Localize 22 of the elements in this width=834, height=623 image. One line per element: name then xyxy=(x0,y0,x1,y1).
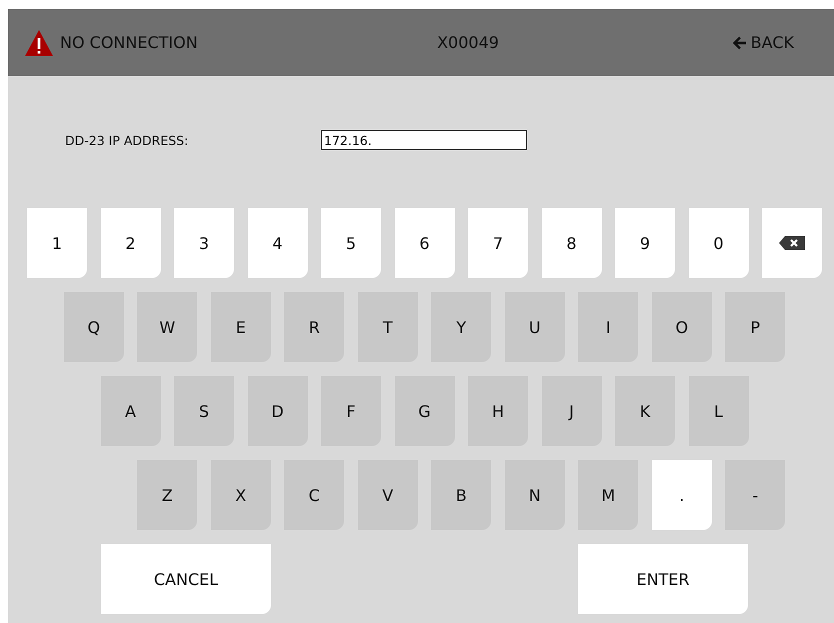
key[interactable]: 6 xyxy=(394,208,454,278)
key[interactable]: 2 xyxy=(100,208,160,278)
key[interactable]: 7 xyxy=(468,208,528,278)
key[interactable]: 5 xyxy=(321,208,381,278)
key[interactable]: 4 xyxy=(248,208,308,278)
backspace-key[interactable] xyxy=(762,208,822,278)
key[interactable]: 9 xyxy=(615,208,675,278)
cancel-button[interactable]: CANCEL xyxy=(101,544,271,614)
device-id: X00049 xyxy=(437,33,499,52)
connection-status: NO CONNECTION xyxy=(60,33,198,52)
key[interactable]: . xyxy=(652,460,712,530)
key[interactable]: 1 xyxy=(27,208,87,278)
backspace-icon xyxy=(778,235,806,251)
ip-address-field[interactable]: 172.16. xyxy=(321,130,527,150)
key[interactable]: 0 xyxy=(688,208,748,278)
enter-button[interactable]: ENTER xyxy=(578,544,748,614)
field-label: DD-23 IP ADDRESS: xyxy=(65,132,190,148)
back-arrow-icon xyxy=(732,36,747,50)
back-button[interactable]: BACK xyxy=(654,33,794,52)
key[interactable]: 3 xyxy=(174,208,234,278)
warning-icon xyxy=(24,28,54,56)
key[interactable]: 8 xyxy=(542,208,602,278)
